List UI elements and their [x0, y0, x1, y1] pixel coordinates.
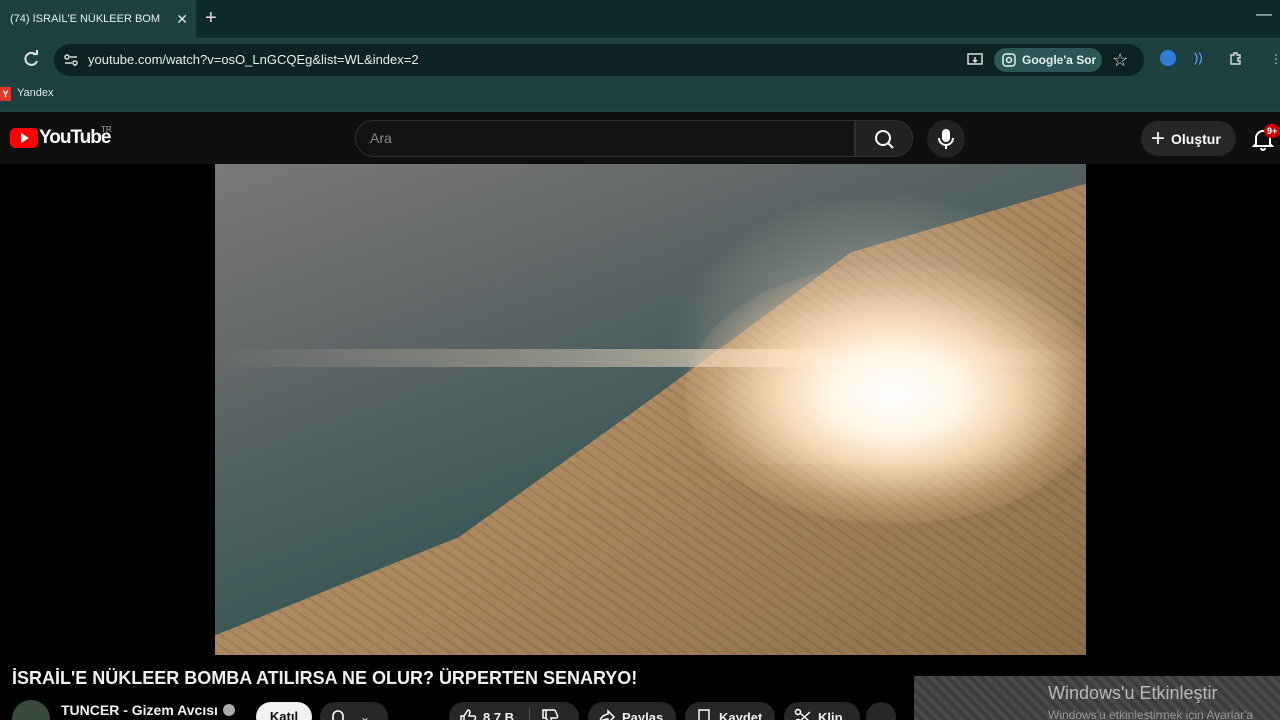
ask-google-label: Google'a Sor — [1022, 53, 1097, 67]
plus-icon: + — [1151, 124, 1166, 152]
scissors-icon — [794, 708, 811, 720]
channel-name: TUNCER - Gizem Avcısı — [61, 702, 218, 718]
audio-extension-icon[interactable]: )) — [1194, 50, 1203, 65]
extensions-puzzle-icon[interactable] — [1228, 50, 1244, 66]
browser-menu-icon[interactable]: ⋮ — [1270, 52, 1280, 66]
share-icon — [599, 709, 616, 720]
site-info-icon[interactable] — [62, 51, 80, 69]
bookmark-star-icon[interactable]: ☆ — [1112, 50, 1128, 71]
thumbs-down-icon[interactable] — [541, 708, 559, 720]
window-minimize-button[interactable]: — — [1256, 6, 1272, 24]
channel-name-link[interactable]: TUNCER - Gizem Avcısı — [61, 702, 235, 718]
activation-subtitle: Windows'u etkinleştirmek için Ayarlar'a — [1048, 708, 1254, 720]
ask-google-button[interactable]: Google'a Sor — [994, 48, 1102, 72]
activation-title: Windows'u Etkinleştir — [1048, 683, 1218, 703]
clip-button[interactable]: Klip — [784, 702, 860, 720]
share-label: Paylaş — [622, 709, 664, 720]
google-lens-icon — [1002, 53, 1016, 67]
like-button[interactable]: 8,7 B — [449, 702, 579, 720]
clip-label: Klip — [818, 709, 843, 720]
country-code: TR — [101, 125, 112, 134]
reload-icon[interactable] — [20, 48, 42, 70]
yandex-icon[interactable]: Y — [0, 87, 11, 101]
browser-tab-active[interactable]: (74) İSRAİL'E NÜKLEER BOMBA ✕ — [0, 0, 196, 38]
bookmark-yandex[interactable]: Yandex — [17, 87, 54, 99]
join-button[interactable]: Katıl — [256, 702, 312, 720]
create-button[interactable]: + Oluştur — [1141, 121, 1236, 156]
save-button[interactable]: Kaydet — [685, 702, 775, 720]
address-bar[interactable]: youtube.com/watch?v=osO_LnGCQEg&list=WL&… — [54, 44, 1144, 76]
tab-close-icon[interactable]: ✕ — [176, 11, 188, 27]
voice-search-button[interactable] — [927, 120, 965, 158]
video-title: İSRAİL'E NÜKLEER BOMBA ATILIRSA NE OLUR?… — [12, 668, 638, 688]
bookmark-icon — [698, 709, 710, 720]
bookmarks-bar — [0, 82, 1280, 112]
youtube-play-icon — [10, 128, 38, 148]
search-input[interactable] — [370, 130, 830, 146]
new-tab-button[interactable]: + — [205, 8, 217, 28]
share-button[interactable]: Paylaş — [588, 702, 676, 720]
save-label: Kaydet — [719, 709, 763, 720]
channel-avatar[interactable] — [12, 700, 50, 720]
subscribe-notification-button[interactable]: ⌄ — [320, 702, 388, 720]
url-text[interactable]: youtube.com/watch?v=osO_LnGCQEg&list=WL&… — [88, 52, 419, 67]
verified-icon — [222, 704, 235, 716]
thumbs-up-icon — [460, 709, 477, 720]
search-icon — [875, 130, 894, 149]
notification-bell-icon — [332, 710, 344, 720]
chevron-down-icon: ⌄ — [360, 710, 371, 720]
browser-toolbar: youtube.com/watch?v=osO_LnGCQEg&list=WL&… — [0, 38, 1280, 82]
notification-badge: 9+ — [1264, 124, 1280, 138]
video-player[interactable] — [215, 164, 1086, 655]
install-app-icon[interactable] — [966, 51, 984, 69]
more-actions-button[interactable]: … — [866, 702, 896, 720]
search-button[interactable] — [855, 120, 913, 157]
like-count: 8,7 B — [483, 709, 515, 720]
search-box[interactable] — [355, 120, 855, 157]
youtube-logo[interactable]: YouTube — [10, 127, 111, 149]
create-label: Oluştur — [1171, 130, 1221, 147]
youtube-wordmark: YouTube — [39, 127, 111, 148]
tab-title: (74) İSRAİL'E NÜKLEER BOMBA — [10, 13, 160, 25]
like-divider — [529, 708, 530, 720]
video-frame-explosion — [685, 264, 1086, 524]
microphone-icon — [938, 129, 954, 149]
shazam-extension-icon[interactable] — [1160, 50, 1176, 66]
